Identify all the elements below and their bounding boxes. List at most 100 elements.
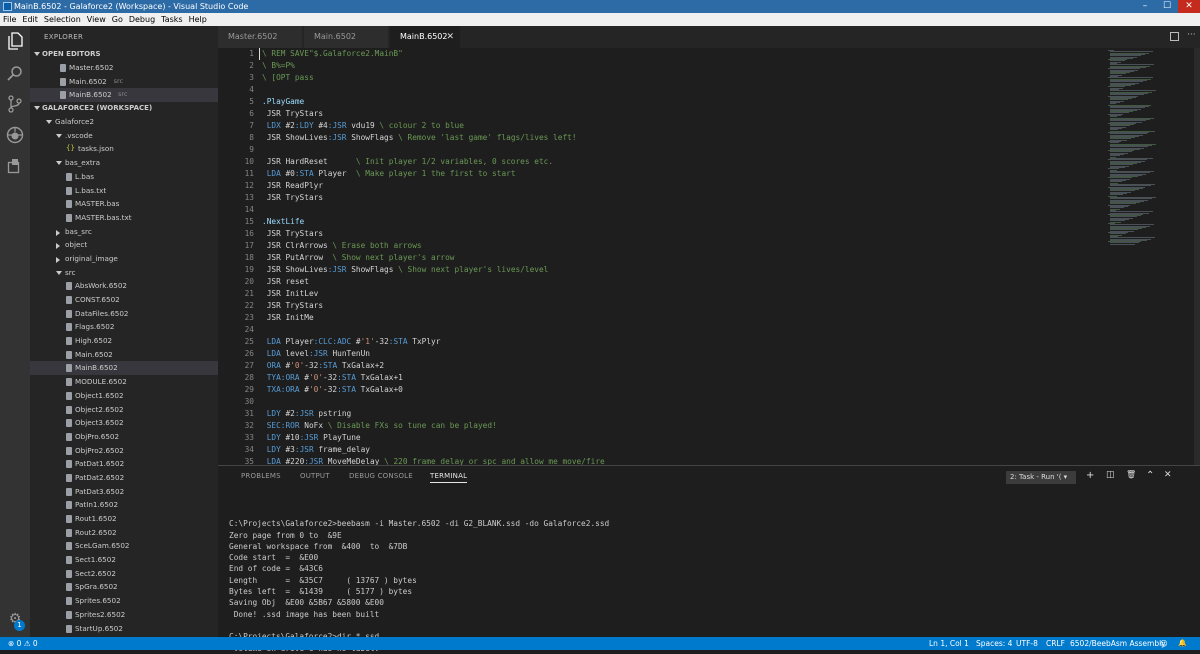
editor-scrollbar[interactable]: [1194, 48, 1200, 465]
chevron-right-icon[interactable]: [56, 243, 60, 250]
split-terminal-icon[interactable]: ◫: [1106, 470, 1115, 480]
file-item[interactable]: {} tasks.json: [30, 142, 218, 156]
more-actions-icon[interactable]: ···: [1187, 31, 1196, 41]
code-line[interactable]: .NextLife: [262, 216, 1102, 228]
file-item[interactable]: DataFiles.6502: [30, 307, 218, 321]
indentation-status[interactable]: Spaces: 4: [976, 637, 1012, 650]
file-item[interactable]: MASTER.bas: [30, 197, 218, 211]
folder-item[interactable]: original_image: [30, 252, 218, 266]
menu-file[interactable]: File: [0, 13, 19, 26]
code-line[interactable]: JSR ClrArrows \ Erase both arrows: [262, 240, 1102, 252]
menu-debug[interactable]: Debug: [126, 13, 158, 26]
code-line[interactable]: JSR TryStars: [262, 228, 1102, 240]
code-line[interactable]: LDA #0:STA Player \ Make player 1 the fi…: [262, 168, 1102, 180]
file-item[interactable]: MainB.6502: [30, 361, 218, 376]
feedback-icon[interactable]: ☺: [1160, 637, 1168, 650]
chevron-right-icon[interactable]: [56, 229, 60, 236]
tab-output[interactable]: OUTPUT: [300, 472, 330, 480]
code-line[interactable]: [262, 204, 1102, 216]
maximize-button[interactable]: ☐: [1156, 0, 1178, 13]
chevron-down-icon[interactable]: [56, 133, 62, 138]
terminal-select[interactable]: 2: Task - Run '( ▾: [1006, 471, 1076, 484]
tab-problems[interactable]: PROBLEMS: [241, 472, 281, 480]
code-line[interactable]: LDA level:JSR HunTenUn: [262, 348, 1102, 360]
file-item[interactable]: PatDat3.6502: [30, 485, 218, 499]
code-line[interactable]: SEC:ROR NoFx \ Disable FXs so tune can b…: [262, 420, 1102, 432]
tab-master[interactable]: Master.6502: [218, 26, 302, 48]
file-item[interactable]: PatDat1.6502: [30, 457, 218, 471]
source-control-icon[interactable]: [4, 93, 26, 115]
code-line[interactable]: [262, 144, 1102, 156]
file-item[interactable]: SceLGam.6502: [30, 539, 218, 553]
code-line[interactable]: LDY #10:JSR PlayTune: [262, 432, 1102, 444]
folder-item[interactable]: Galaforce2: [30, 115, 218, 129]
cursor-position[interactable]: Ln 1, Col 1: [929, 637, 969, 650]
file-item[interactable]: PatDat2.6502: [30, 471, 218, 485]
chevron-down-icon[interactable]: [46, 120, 52, 125]
encoding-status[interactable]: UTF-8: [1016, 637, 1038, 650]
code-line[interactable]: JSR PutArrow \ Show next player's arrow: [262, 252, 1102, 264]
code-line[interactable]: .PlayGame: [262, 96, 1102, 108]
code-line[interactable]: JSR InitLev: [262, 288, 1102, 300]
file-item[interactable]: SpGra.6502: [30, 580, 218, 594]
file-item[interactable]: Sect1.6502: [30, 553, 218, 567]
terminal-output[interactable]: C:\Projects\Galaforce2>beebasm -i Master…: [229, 507, 1129, 654]
file-item[interactable]: Object3.6502: [30, 416, 218, 430]
workspace-section[interactable]: GALAFORCE2 (WORKSPACE): [30, 102, 218, 115]
code-line[interactable]: \ REM SAVE"$.Galaforce2.MainB": [262, 48, 1102, 60]
chevron-right-icon[interactable]: [56, 256, 60, 263]
file-item[interactable]: CONST.6502: [30, 293, 218, 307]
open-editor-item[interactable]: Main.6502 src: [30, 75, 218, 89]
code-line[interactable]: [262, 324, 1102, 336]
code-line[interactable]: ORA #'0'-32:STA TxGalax+2: [262, 360, 1102, 372]
file-item[interactable]: High.6502: [30, 334, 218, 348]
close-window-button[interactable]: ✕: [1178, 0, 1200, 13]
open-editor-item[interactable]: Master.6502: [30, 61, 218, 75]
tab-debug-console[interactable]: DEBUG CONSOLE: [349, 472, 413, 480]
menu-selection[interactable]: Selection: [41, 13, 84, 26]
file-item[interactable]: Sect2.6502: [30, 567, 218, 581]
maximize-panel-icon[interactable]: ⌃: [1146, 470, 1154, 481]
menu-help[interactable]: Help: [186, 13, 210, 26]
code-line[interactable]: JSR ShowLives:JSR ShowFlags \ Remove 'la…: [262, 132, 1102, 144]
file-item[interactable]: AbsWork.6502: [30, 279, 218, 293]
eol-status[interactable]: CRLF: [1046, 637, 1065, 650]
code-line[interactable]: JSR TryStars: [262, 108, 1102, 120]
code-line[interactable]: LDA Player:CLC:ADC #'1'-32:STA TxPlyr: [262, 336, 1102, 348]
language-mode[interactable]: 6502/BeebAsm Assembly: [1070, 637, 1166, 650]
code-line[interactable]: JSR HardReset \ Init player 1/2 variable…: [262, 156, 1102, 168]
add-terminal-icon[interactable]: +: [1086, 470, 1094, 481]
search-icon[interactable]: [4, 62, 26, 84]
problems-status[interactable]: ⊗ 0 ⚠ 0: [8, 637, 38, 650]
minimap[interactable]: [1106, 48, 1196, 245]
open-editor-item[interactable]: MainB.6502 src: [30, 88, 218, 103]
open-editors-section[interactable]: OPEN EDITORS: [30, 48, 218, 61]
bell-icon[interactable]: 🔔: [1178, 637, 1187, 650]
files-icon[interactable]: [4, 30, 26, 52]
close-panel-icon[interactable]: ✕: [1164, 470, 1172, 480]
code-line[interactable]: \ B%=P%: [262, 60, 1102, 72]
file-item[interactable]: Sprites.6502: [30, 594, 218, 608]
chevron-down-icon[interactable]: [56, 270, 62, 275]
code-line[interactable]: TXA:ORA #'0'-32:STA TxGalax+0: [262, 384, 1102, 396]
chevron-down-icon[interactable]: [56, 161, 62, 166]
file-item[interactable]: Object1.6502: [30, 389, 218, 403]
code-line[interactable]: JSR reset: [262, 276, 1102, 288]
file-item[interactable]: Object2.6502: [30, 403, 218, 417]
tab-main[interactable]: Main.6502: [304, 26, 388, 48]
file-item[interactable]: MODULE.6502: [30, 375, 218, 389]
minimize-button[interactable]: –: [1134, 0, 1156, 13]
file-item[interactable]: ObjPro2.6502: [30, 444, 218, 458]
file-item[interactable]: ObjPro.6502: [30, 430, 218, 444]
folder-item[interactable]: bas_src: [30, 225, 218, 239]
file-item[interactable]: Main.6502: [30, 348, 218, 362]
code-line[interactable]: [262, 84, 1102, 96]
code-line[interactable]: JSR ReadPlyr: [262, 180, 1102, 192]
code-line[interactable]: JSR ShowLives:JSR ShowFlags \ Show next …: [262, 264, 1102, 276]
extensions-icon[interactable]: [4, 155, 26, 177]
code-line[interactable]: LDY #3:JSR frame_delay: [262, 444, 1102, 456]
code-line[interactable]: TYA:ORA #'0'-32:STA TxGalax+1: [262, 372, 1102, 384]
code-line[interactable]: JSR TryStars: [262, 300, 1102, 312]
file-item[interactable]: L.bas.txt: [30, 184, 218, 198]
file-item[interactable]: Rout2.6502: [30, 526, 218, 540]
